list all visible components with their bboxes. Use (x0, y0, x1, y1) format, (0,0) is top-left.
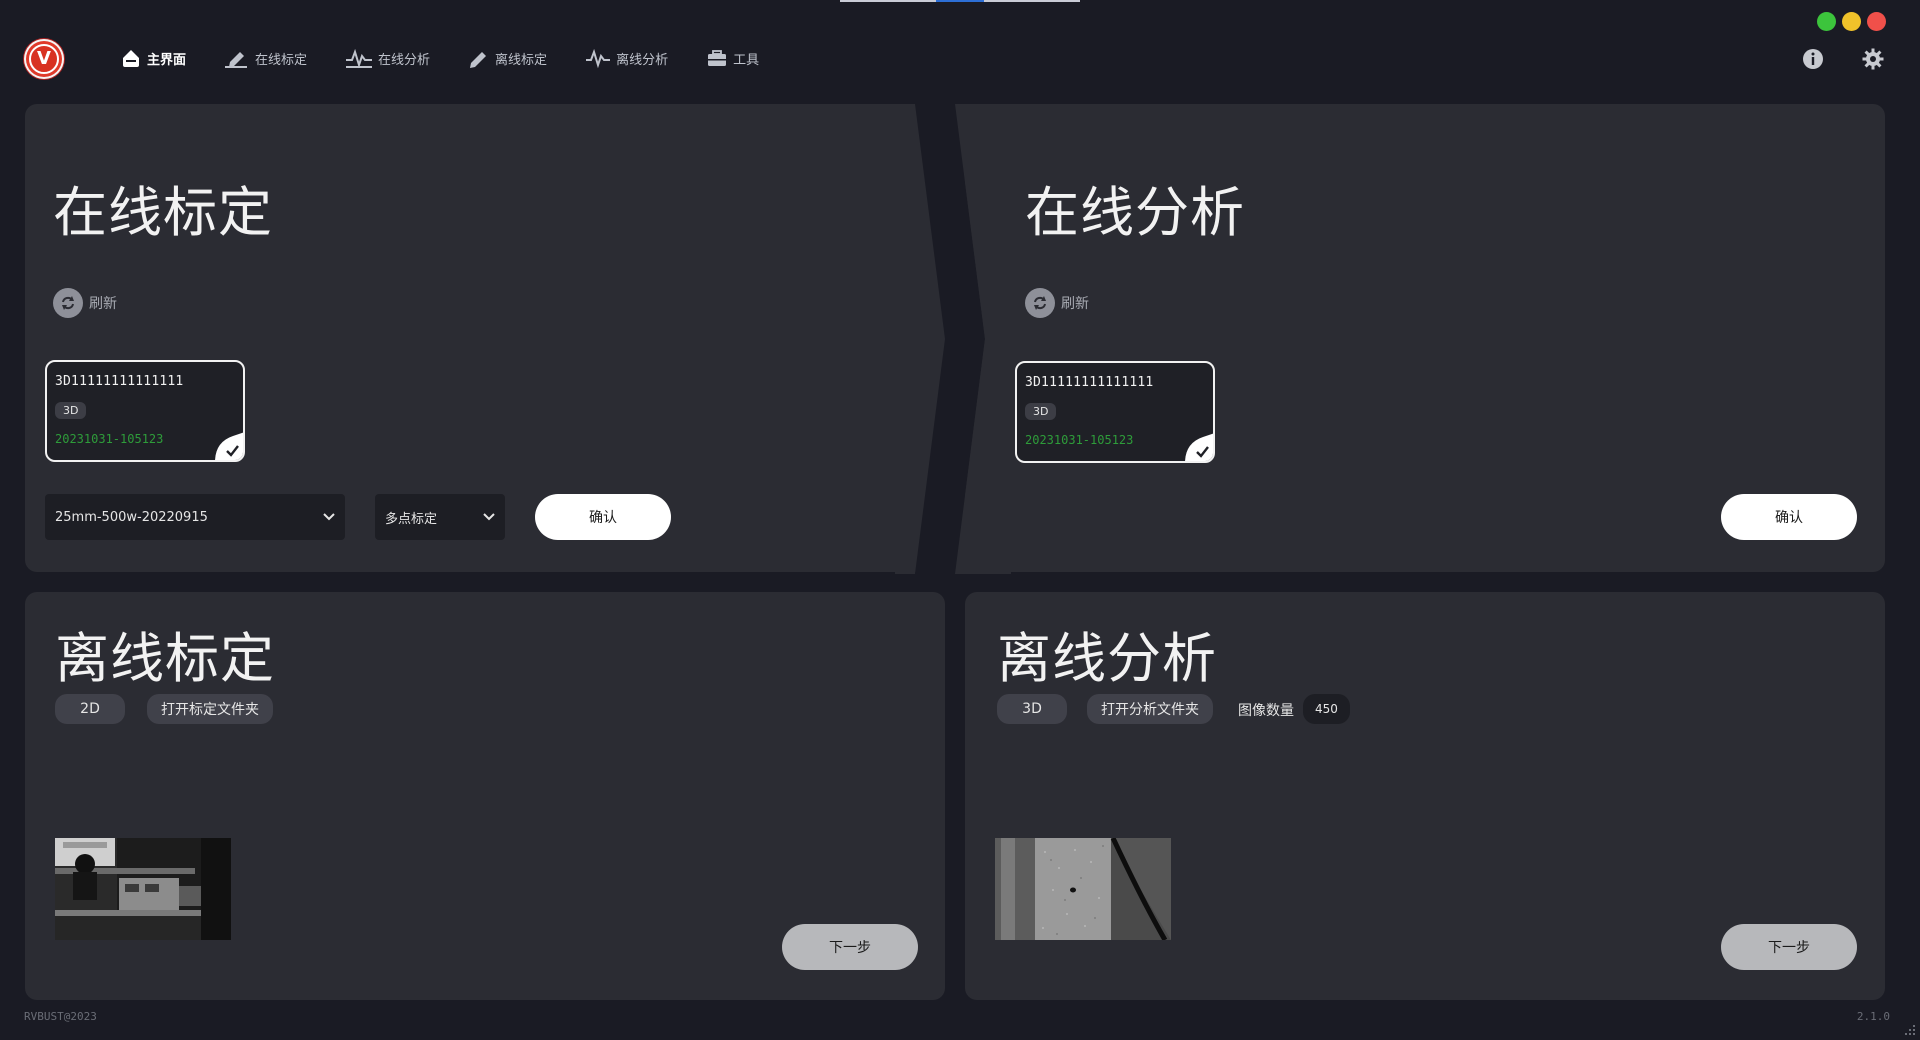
online-calibration-confirm-button[interactable]: 确认 (535, 494, 671, 540)
header-actions (1802, 48, 1884, 70)
refresh-icon (53, 288, 83, 318)
info-button[interactable] (1802, 48, 1824, 70)
logo-letter: V (37, 48, 51, 69)
close-button[interactable] (1867, 12, 1886, 31)
nav-offline-analysis[interactable]: 离线分析 (585, 44, 668, 72)
offline-analysis-next-button[interactable]: 下一步 (1721, 924, 1857, 970)
top-navbar: V 主界面 在线标定 在线分析 离线标定 离线分析 工具 (0, 34, 1920, 84)
offline-analysis-title: 离线分析 (997, 627, 1217, 690)
check-icon (1185, 433, 1213, 461)
check-icon (215, 432, 243, 460)
nav-online-calibration[interactable]: 在线标定 (224, 44, 307, 72)
nav-tools-label: 工具 (733, 52, 760, 68)
version-text: 2.1.0 (1856, 1010, 1890, 1023)
open-calibration-folder-button[interactable]: 打开标定文件夹 (147, 694, 273, 724)
online-analysis-card: 在线分析 刷新 3D11111111111111 3D 20231031-105… (965, 104, 1885, 572)
analysis-mode-3d-pill[interactable]: 3D (997, 694, 1067, 724)
minimize-button[interactable] (1842, 12, 1861, 31)
window-controls (1817, 12, 1886, 31)
nav-tools[interactable]: 工具 (706, 44, 759, 72)
refresh-icon (1025, 288, 1055, 318)
info-icon (1803, 49, 1823, 69)
toolbox-icon (708, 50, 727, 66)
offline-analysis-card: 离线分析 3D 打开分析文件夹 图像数量 450 下一步 (965, 592, 1885, 1000)
device-card[interactable]: 3D11111111111111 3D 20231031-105123 (45, 360, 245, 462)
nav-home-label: 主界面 (147, 52, 187, 68)
nav-online-analysis-label: 在线分析 (378, 52, 431, 68)
device-type-tag: 3D (1025, 403, 1057, 420)
app-window: V 主界面 在线标定 在线分析 离线标定 离线分析 工具 在线标定 刷新 3D1… (0, 0, 1920, 1040)
calibration-mode-select[interactable]: 多点标定 (375, 494, 505, 540)
nav-offline-calibration[interactable]: 离线标定 (468, 44, 547, 72)
online-calibration-card: 在线标定 刷新 3D11111111111111 3D 20231031-105… (25, 104, 945, 572)
nav-online-calibration-label: 在线标定 (255, 52, 308, 68)
online-calibration-icon (225, 52, 248, 68)
online-analysis-refresh[interactable]: 刷新 (1025, 288, 1089, 318)
online-analysis-confirm-button[interactable]: 确认 (1721, 494, 1857, 540)
chevron-down-icon (483, 513, 495, 521)
offline-calibration-next-button[interactable]: 下一步 (782, 924, 918, 970)
nav-online-analysis[interactable]: 在线分析 (345, 44, 430, 72)
image-count-value: 450 (1303, 694, 1350, 724)
offline-calibration-icon (470, 52, 487, 68)
device-card[interactable]: 3D11111111111111 3D 20231031-105123 (1015, 361, 1215, 463)
image-count-label: 图像数量 (1238, 703, 1294, 719)
online-calibration-title: 在线标定 (53, 181, 273, 244)
online-analysis-icon (346, 48, 373, 69)
lens-select[interactable]: 25mm-500w-20220915 (45, 494, 345, 540)
maximize-button[interactable] (1817, 12, 1836, 31)
settings-icon (1862, 48, 1884, 70)
chevron-down-icon (323, 513, 335, 521)
open-analysis-folder-button[interactable]: 打开分析文件夹 (1087, 694, 1213, 724)
refresh-label: 刷新 (1061, 296, 1089, 312)
main-nav: 主界面 在线标定 在线分析 离线标定 离线分析 工具 (120, 44, 759, 72)
top-accent-bar (840, 0, 1080, 2)
offline-analysis-icon (586, 48, 611, 69)
calibration-mode-value: 多点标定 (385, 511, 438, 527)
card-chevron-divider (895, 104, 1011, 574)
offline-calibration-title: 离线标定 (55, 627, 275, 690)
device-date: 20231031-105123 (1025, 433, 1134, 447)
copyright-text: RVBUST@2023 (24, 1010, 97, 1023)
nav-home[interactable]: 主界面 (120, 44, 186, 72)
refresh-label: 刷新 (89, 296, 117, 312)
device-date: 20231031-105123 (55, 432, 164, 446)
analysis-preview-image (995, 838, 1171, 940)
home-icon (123, 50, 139, 67)
resize-grip-icon[interactable] (1904, 1024, 1916, 1036)
calibration-preview-image (55, 838, 231, 940)
settings-button[interactable] (1862, 48, 1884, 70)
device-type-tag: 3D (55, 402, 87, 419)
offline-calibration-card: 离线标定 2D 打开标定文件夹 下一步 (25, 592, 945, 1000)
nav-offline-calibration-label: 离线标定 (495, 52, 548, 68)
app-logo: V (24, 39, 64, 79)
nav-offline-analysis-label: 离线分析 (616, 52, 669, 68)
online-calibration-refresh[interactable]: 刷新 (53, 288, 117, 318)
calibration-mode-2d-pill[interactable]: 2D (55, 694, 125, 724)
device-id: 3D11111111111111 (1025, 375, 1154, 390)
device-id: 3D11111111111111 (55, 374, 184, 389)
lens-select-value: 25mm-500w-20220915 (55, 509, 208, 525)
online-analysis-title: 在线分析 (1025, 181, 1245, 244)
